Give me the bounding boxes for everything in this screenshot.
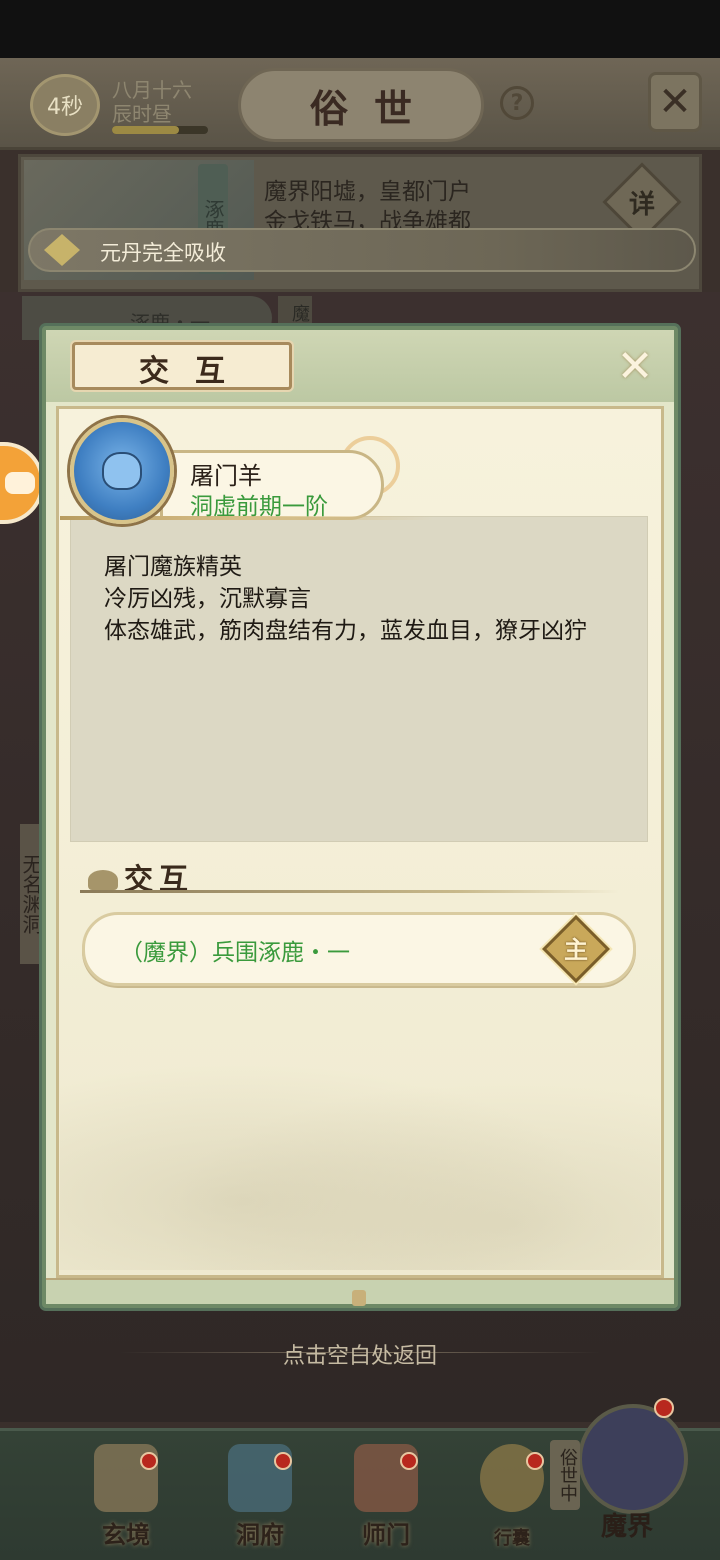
return-hint[interactable]: 点击空白处返回	[0, 1338, 720, 1370]
npc-name: 屠门羊	[190, 462, 262, 490]
location-title: 俗世	[309, 85, 438, 131]
notification-dot	[400, 1452, 418, 1470]
npc-description-line: 屠门魔族精英	[104, 554, 242, 580]
npc-description-line: 体态雄武，筋肉盘结有力，蓝发血目，獠牙凶狞	[104, 618, 587, 644]
gamepad-glyph	[5, 472, 35, 494]
detail-button-label[interactable]: 详	[614, 184, 670, 221]
nav-dongfu[interactable]: 洞府	[210, 1444, 310, 1554]
npc-description-line: 冷厉凶残，沉默寡言	[104, 586, 311, 612]
dialog-title: 交互	[139, 354, 251, 389]
location-title-plaque: 俗世	[238, 68, 484, 142]
hat-icon	[88, 870, 118, 890]
mojie-status-label: 俗世中	[550, 1440, 580, 1510]
dialog-tassel-icon	[352, 1290, 366, 1306]
time-progress-bar	[112, 126, 208, 134]
nav-shimen[interactable]: 师门	[336, 1444, 436, 1554]
time-progress-fill	[112, 126, 180, 134]
timer-badge: 4秒	[30, 74, 100, 136]
notification-dot	[654, 1398, 674, 1418]
area-vertical-label: 魔	[278, 296, 312, 330]
close-icon[interactable]: ✕	[648, 72, 702, 132]
notification-dot	[274, 1452, 292, 1470]
notification-text: 元丹完全吸收	[100, 241, 226, 265]
game-screen: 4秒 八月十六 辰时昼 俗世 ? ✕ 涿鹿 魔界阳墟，皇都门户 金戈铁马，战争雄…	[0, 0, 720, 1560]
nav-mojie[interactable]	[578, 1404, 688, 1514]
time-of-day-label: 辰时昼	[112, 102, 172, 126]
close-icon[interactable]: ✕	[612, 344, 658, 390]
npc-rank: 洞虚前期一阶	[190, 494, 328, 520]
nav-label: 洞府	[236, 1520, 284, 1549]
help-icon[interactable]: ?	[500, 86, 534, 120]
nav-label: 师门	[362, 1520, 410, 1549]
notification-dot	[526, 1452, 544, 1470]
nav-mojie-label: 魔界	[600, 1512, 653, 1542]
mountain-watermark	[60, 1040, 660, 1270]
status-area	[0, 0, 720, 60]
notification-dot	[140, 1452, 158, 1470]
quest-option-label[interactable]: （魔界）兵围涿鹿・一	[120, 933, 350, 967]
main-quest-badge-label: 主	[564, 935, 588, 964]
section-divider	[80, 890, 620, 893]
nav-xuanjing[interactable]: 玄境	[76, 1444, 176, 1554]
npc-portrait-icon	[102, 452, 142, 490]
nav-xingnang[interactable]: 行囊	[462, 1444, 562, 1554]
location-description-line1: 魔界阳墟，皇都门户	[264, 179, 471, 205]
nav-label: 玄境	[102, 1520, 150, 1549]
nav-label: 行囊	[494, 1528, 530, 1549]
